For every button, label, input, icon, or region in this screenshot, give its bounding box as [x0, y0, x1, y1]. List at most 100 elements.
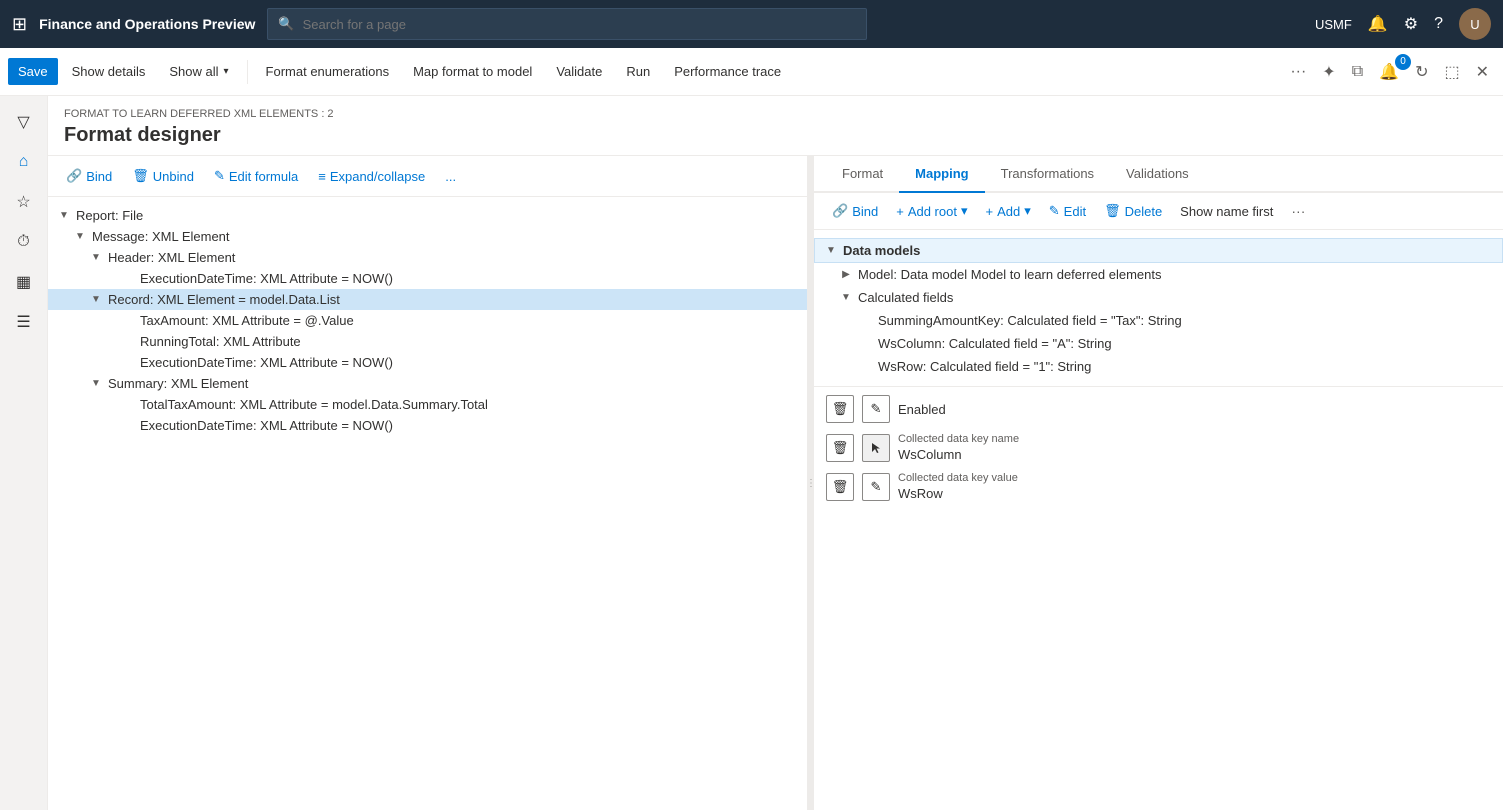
tree-item-message[interactable]: ▼ Message: XML Element: [48, 226, 807, 247]
prop-keyvalue-edit-button[interactable]: ✎: [862, 473, 890, 501]
prop-enabled-edit-button[interactable]: ✎: [862, 395, 890, 423]
model-label-wscolumn: WsColumn: Calculated field = "A": String: [874, 336, 1112, 351]
format-enumerations-button[interactable]: Format enumerations: [256, 58, 400, 85]
left-sidebar: ▽ ⌂ ☆ ⏱ ▦ ☰: [0, 96, 48, 810]
prop-enabled-value: Enabled: [898, 402, 1491, 417]
prop-enabled-content: Enabled: [898, 402, 1491, 417]
right-bind-button[interactable]: 🔗 Bind: [826, 199, 884, 223]
prop-keyname-label: Collected data key name: [898, 433, 1491, 445]
prop-keyname-content: Collected data key name WsColumn: [898, 433, 1491, 462]
model-label-calcfields: Calculated fields: [854, 290, 953, 305]
search-bar[interactable]: 🔍: [267, 8, 867, 40]
add-button[interactable]: + Add ▾: [980, 199, 1037, 223]
sidebar-icon-calendar[interactable]: ▦: [6, 264, 42, 300]
bind-button[interactable]: 🔗 Bind: [60, 164, 118, 188]
prop-keyvalue-delete-button[interactable]: 🗑: [826, 473, 854, 501]
edit-button[interactable]: ✎ Edit: [1043, 199, 1092, 223]
delete-icon: 🗑: [1104, 203, 1121, 219]
map-format-to-model-button[interactable]: Map format to model: [403, 58, 542, 85]
right-more-button[interactable]: ···: [1285, 199, 1311, 223]
save-button[interactable]: Save: [8, 58, 58, 85]
notification-badge: 0: [1395, 54, 1411, 70]
search-input[interactable]: [303, 17, 857, 32]
model-tree-item-calcfields[interactable]: ▼ Calculated fields: [814, 286, 1503, 309]
delete-button[interactable]: 🗑 Delete: [1098, 199, 1168, 223]
tree-item-record[interactable]: ▼ Record: XML Element = model.Data.List: [48, 289, 807, 310]
sidebar-icon-home[interactable]: ⌂: [6, 144, 42, 180]
run-button[interactable]: Run: [616, 58, 660, 85]
cursor-icon: [869, 441, 883, 455]
sidebar-icon-filter[interactable]: ▽: [6, 104, 42, 140]
toolbar-pin-icon[interactable]: ✦: [1316, 58, 1341, 86]
model-tree-item-datamodels[interactable]: ▼ Data models: [814, 238, 1503, 263]
unbind-button[interactable]: 🗑 Unbind: [126, 164, 200, 188]
model-tree-item-model[interactable]: ▶ Model: Data model Model to learn defer…: [814, 263, 1503, 286]
prop-keyname-delete-button[interactable]: 🗑: [826, 434, 854, 462]
prop-keyname-value: WsColumn: [898, 447, 1491, 462]
tree-item-taxamount[interactable]: TaxAmount: XML Attribute = @.Value: [48, 310, 807, 331]
prop-keyname-edit-button[interactable]: [862, 434, 890, 462]
toolbar-layers-icon[interactable]: ⧉: [1346, 59, 1369, 85]
tree-item-report[interactable]: ▼ Report: File: [48, 205, 807, 226]
tree-arrow-record: ▼: [88, 294, 104, 305]
tree-label-header: Header: XML Element: [104, 250, 239, 265]
performance-trace-button[interactable]: Performance trace: [664, 58, 791, 85]
help-icon[interactable]: ?: [1434, 15, 1443, 33]
format-tree: ▼ Report: File ▼ Message: XML Element ▼ …: [48, 197, 807, 810]
expand-collapse-button[interactable]: ≡ Expand/collapse: [312, 165, 431, 188]
top-nav: ⊞ Finance and Operations Preview 🔍 USMF …: [0, 0, 1503, 48]
tab-transformations[interactable]: Transformations: [985, 156, 1110, 193]
properties-area: 🗑 ✎ Enabled 🗑: [814, 387, 1503, 519]
notification-icon[interactable]: 🔔: [1368, 14, 1388, 34]
tree-item-header[interactable]: ▼ Header: XML Element: [48, 247, 807, 268]
model-arrow-datamodels: ▼: [823, 245, 839, 256]
validate-button[interactable]: Validate: [546, 58, 612, 85]
show-name-first-button[interactable]: Show name first: [1174, 200, 1279, 223]
tree-label-execdt2: ExecutionDateTime: XML Attribute = NOW(): [136, 355, 397, 370]
edit-formula-button[interactable]: ✎ Edit formula: [208, 164, 304, 188]
tree-item-execdt1[interactable]: ExecutionDateTime: XML Attribute = NOW(): [48, 268, 807, 289]
toolbar-refresh-icon[interactable]: ↻: [1409, 58, 1434, 86]
show-details-button[interactable]: Show details: [62, 58, 156, 85]
prop-enabled-delete-button[interactable]: 🗑: [826, 395, 854, 423]
page-header: FORMAT TO LEARN DEFERRED XML ELEMENTS : …: [48, 96, 1503, 156]
toolbar-more-button[interactable]: ···: [1284, 59, 1312, 85]
tab-format[interactable]: Format: [826, 156, 899, 193]
search-icon: 🔍: [278, 16, 294, 32]
settings-icon[interactable]: ⚙: [1404, 14, 1418, 34]
app-grid-icon[interactable]: ⊞: [12, 14, 27, 35]
avatar[interactable]: U: [1459, 8, 1491, 40]
tab-validations[interactable]: Validations: [1110, 156, 1205, 193]
model-arrow-calcfields: ▼: [838, 292, 854, 303]
right-link-icon: 🔗: [832, 203, 848, 219]
tree-label-execdt3: ExecutionDateTime: XML Attribute = NOW(): [136, 418, 397, 433]
tree-label-execdt1: ExecutionDateTime: XML Attribute = NOW(): [136, 271, 397, 286]
left-panel: 🔗 Bind 🗑 Unbind ✎ Edit formula ≡ Expand/…: [48, 156, 808, 810]
link-icon: 🔗: [66, 168, 82, 184]
model-tree-item-summingkey[interactable]: SummingAmountKey: Calculated field = "Ta…: [814, 309, 1503, 332]
prop-row-enabled: 🗑 ✎ Enabled: [826, 395, 1491, 423]
add-root-button[interactable]: + Add root ▾: [890, 199, 973, 223]
sidebar-icon-list[interactable]: ☰: [6, 304, 42, 340]
tree-item-execdt2[interactable]: ExecutionDateTime: XML Attribute = NOW(): [48, 352, 807, 373]
more-options-button[interactable]: ...: [439, 165, 462, 188]
tab-mapping[interactable]: Mapping: [899, 156, 984, 193]
add-caret-icon: ▾: [1024, 203, 1031, 219]
sidebar-icon-history[interactable]: ⏱: [6, 224, 42, 260]
toolbar-close-icon[interactable]: ✕: [1470, 58, 1495, 86]
tree-item-summary[interactable]: ▼ Summary: XML Element: [48, 373, 807, 394]
toolbar-expand-icon[interactable]: ⬚: [1438, 58, 1465, 86]
show-all-button[interactable]: Show all ▾: [159, 58, 238, 85]
model-tree-item-wscolumn[interactable]: WsColumn: Calculated field = "A": String: [814, 332, 1503, 355]
tree-item-execdt3[interactable]: ExecutionDateTime: XML Attribute = NOW(): [48, 415, 807, 436]
toolbar-badge-icon[interactable]: 🔔 0: [1373, 58, 1405, 86]
toolbar-separator-1: [247, 60, 248, 84]
tree-item-totaltax[interactable]: TotalTaxAmount: XML Attribute = model.Da…: [48, 394, 807, 415]
tree-arrow-summary: ▼: [88, 378, 104, 389]
tree-item-runningtotal[interactable]: RunningTotal: XML Attribute: [48, 331, 807, 352]
content-area: 🔗 Bind 🗑 Unbind ✎ Edit formula ≡ Expand/…: [48, 156, 1503, 810]
model-label-wsrow: WsRow: Calculated field = "1": String: [874, 359, 1091, 374]
model-tree-item-wsrow[interactable]: WsRow: Calculated field = "1": String: [814, 355, 1503, 378]
tree-label-totaltax: TotalTaxAmount: XML Attribute = model.Da…: [136, 397, 492, 412]
sidebar-icon-star[interactable]: ☆: [6, 184, 42, 220]
